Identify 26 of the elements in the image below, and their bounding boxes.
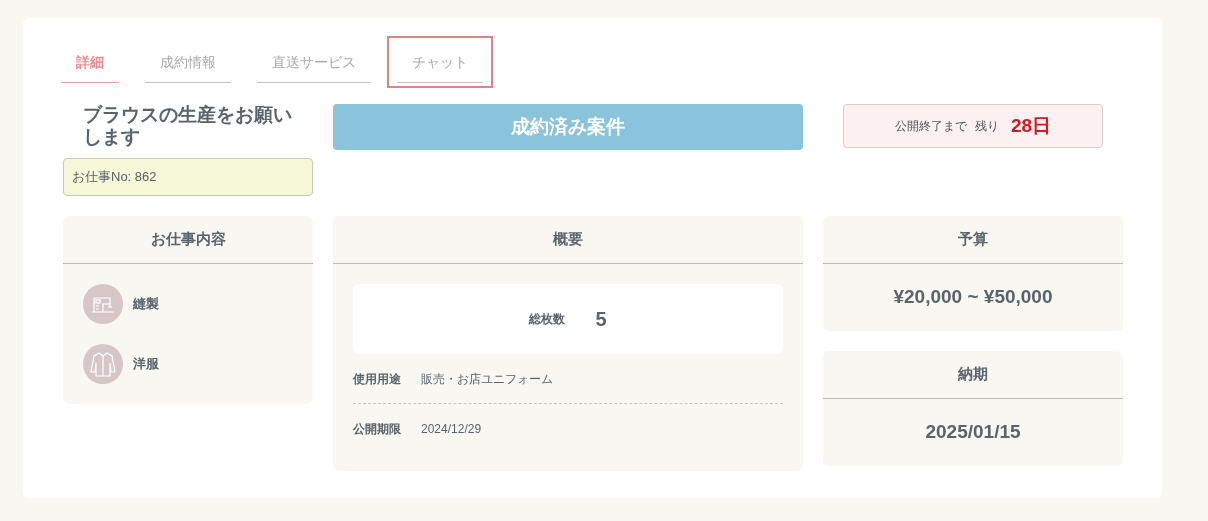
work-category: 縫製 — [133, 295, 159, 314]
tab[interactable]: チャット — [389, 38, 491, 86]
remaining-label: 残り — [974, 118, 999, 135]
card-title: 予算 — [958, 229, 988, 250]
shirt-icon — [83, 344, 123, 384]
sewing-machine-icon — [83, 284, 123, 324]
remaining-days: 28日 — [1010, 111, 1052, 141]
total-label: 総枚数 — [529, 311, 566, 328]
status-banner: 成約済み案件 — [333, 104, 803, 150]
row-label: 公開期限 — [353, 421, 401, 438]
row-value: 2024/12/29 — [421, 421, 482, 438]
tab[interactable]: 直送サービス — [249, 38, 379, 86]
card-title: 概要 — [553, 229, 583, 250]
total-value: 5 — [595, 307, 607, 332]
row-value: 販売・お店ユニフォーム — [421, 370, 553, 388]
card-value: ¥20,000 ~ ¥50,000 — [893, 285, 1053, 310]
row-label: 使用用途 — [353, 370, 401, 388]
job-number: お仕事No: 862 — [63, 158, 313, 196]
deadline-label: 公開終了まで — [894, 118, 967, 135]
tab[interactable]: 成約情報 — [137, 38, 239, 86]
work-category: 洋服 — [133, 355, 159, 374]
tab[interactable]: 詳細 — [53, 38, 127, 86]
card-title: 納期 — [958, 364, 988, 385]
card-value: 2025/01/15 — [925, 420, 1021, 445]
job-title: ブラウスの生産をお願いします — [82, 104, 293, 149]
card-title: お仕事内容 — [150, 229, 226, 250]
